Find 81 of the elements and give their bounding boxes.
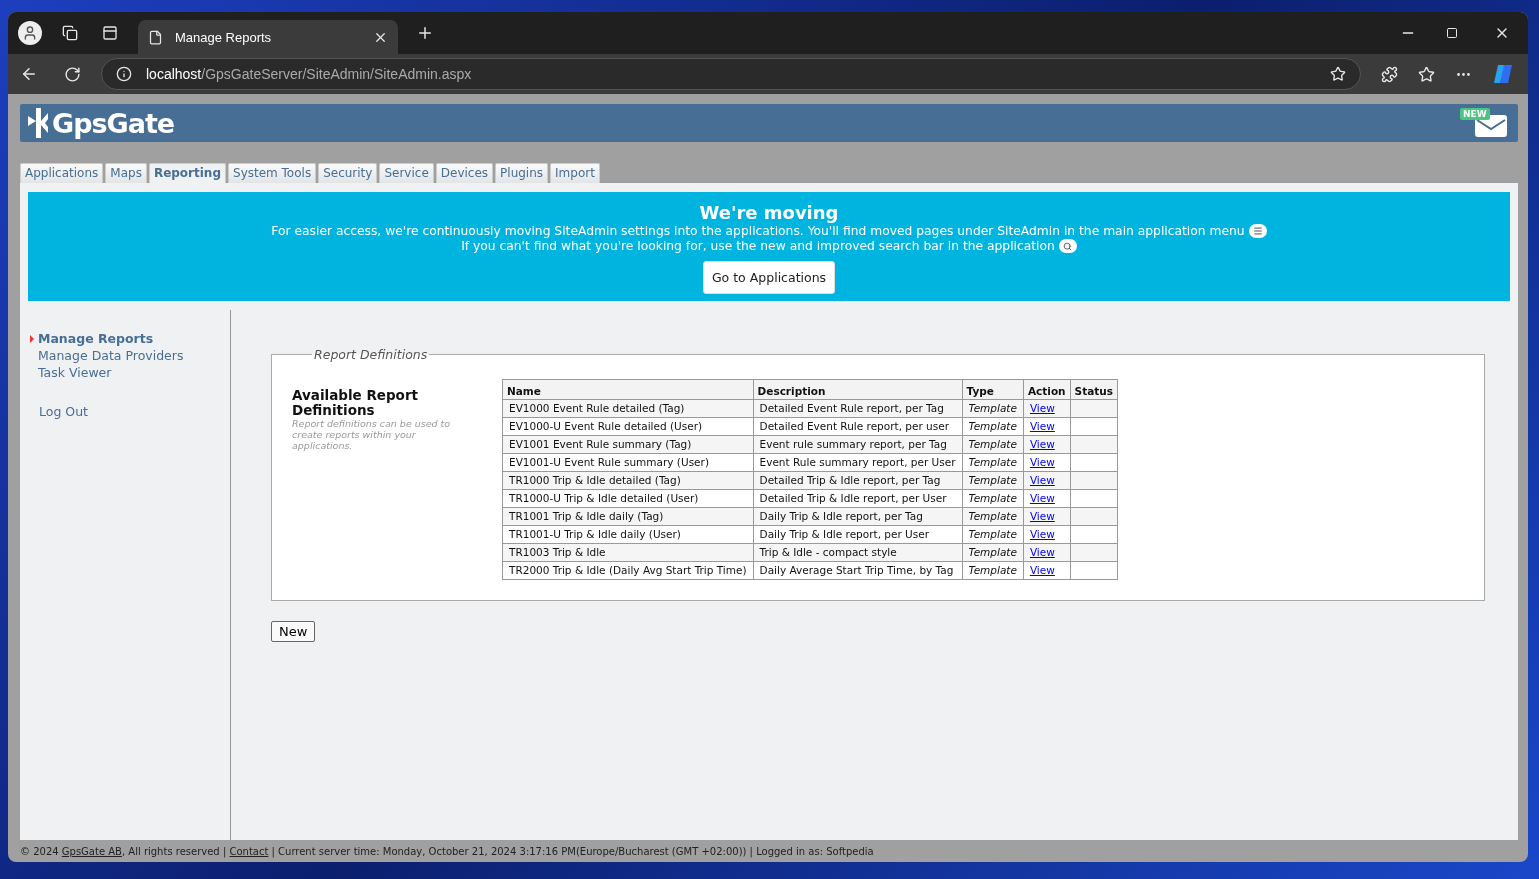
table-cell: Trip & Idle - compact style bbox=[753, 543, 962, 562]
column-header: Action bbox=[1023, 379, 1071, 400]
footer-text: © 2024 GpsGate AB, All rights reserved | Contact | Current server time: Monday, October 21, 2024 3:17:16 PM(Europe/Bucharest (GMT +02:00)) | Logged in as: Softpedia bbox=[20, 845, 874, 857]
selected-marker-icon bbox=[30, 334, 34, 343]
table-cell: Template bbox=[962, 453, 1024, 472]
table-cell: EV1001 Event Rule summary (Tag) bbox=[502, 435, 754, 454]
footer-link[interactable]: Contact bbox=[229, 845, 269, 857]
extensions-icon[interactable] bbox=[1381, 65, 1398, 83]
table-cell: Template bbox=[962, 435, 1024, 454]
favorites-icon[interactable] bbox=[1418, 65, 1435, 83]
table-cell: EV1000-U Event Rule detailed (User) bbox=[502, 417, 754, 436]
address-bar[interactable]: localhost/GpsGateServer/SiteAdmin/SiteAdmin.aspx bbox=[101, 58, 1361, 90]
table-cell: Detailed Trip & Idle report, per User bbox=[753, 489, 962, 508]
sidebar-link[interactable]: Task Viewer bbox=[38, 365, 112, 380]
workspaces-icon[interactable] bbox=[62, 25, 78, 41]
tab-title: Manage Reports bbox=[175, 29, 273, 45]
table-cell: EV1001-U Event Rule summary (User) bbox=[502, 453, 754, 472]
info-icon[interactable] bbox=[116, 66, 132, 82]
logo-icon bbox=[28, 108, 48, 138]
table-cell: TR2000 Trip & Idle (Daily Avg Start Trip Time) bbox=[502, 561, 754, 580]
new-tab-icon[interactable] bbox=[416, 24, 434, 42]
table-cell: Detailed Event Rule report, per user bbox=[753, 417, 962, 436]
brand-name: GpsGate bbox=[52, 107, 175, 139]
nav-tab[interactable]: Devices bbox=[435, 163, 494, 183]
sidebar-link[interactable]: Manage Reports bbox=[38, 331, 154, 346]
table-cell: Template bbox=[962, 525, 1024, 544]
section-heading: Available Report Definitions bbox=[292, 388, 419, 418]
nav-tab[interactable]: Reporting bbox=[148, 163, 226, 183]
table-cell: Daily Trip & Idle report, per Tag bbox=[753, 507, 962, 526]
page-icon bbox=[148, 29, 163, 45]
nav-tab[interactable]: Service bbox=[379, 163, 434, 183]
table-cell: TR1000-U Trip & Idle detailed (User) bbox=[502, 489, 754, 508]
menu-icon bbox=[1248, 224, 1267, 238]
url-text: localhost/GpsGateServer/SiteAdmin/SiteAdmin.aspx bbox=[146, 66, 473, 82]
nav-tab[interactable]: Import bbox=[550, 163, 600, 183]
banner-text: If you can't find what you're looking for, use the new and improved search bar in the application bbox=[461, 239, 1055, 253]
table-cell: Detailed Trip & Idle report, per Tag bbox=[753, 471, 962, 490]
maximize-icon[interactable] bbox=[1446, 27, 1458, 39]
table-cell: TR1001-U Trip & Idle daily (User) bbox=[502, 525, 754, 544]
table-cell: Daily Trip & Idle report, per User bbox=[753, 525, 962, 544]
new-button[interactable]: New bbox=[271, 621, 316, 642]
reload-icon[interactable] bbox=[64, 65, 81, 83]
nav-tab[interactable]: Applications bbox=[20, 163, 104, 183]
section-description: Report definitions can be used to create reports within your applications. bbox=[292, 418, 452, 451]
table-cell: Template bbox=[962, 561, 1024, 580]
nav-tab[interactable]: Security bbox=[318, 163, 378, 183]
table-cell: Daily Average Start Trip Time, by Tag bbox=[753, 561, 962, 580]
banner-text: For easier access, we're continuously moving SiteAdmin settings into the applications. You'll find moved pages under SiteAdmin in the main application menu bbox=[271, 224, 1245, 238]
column-header: Name bbox=[502, 379, 754, 400]
favorite-star-icon[interactable] bbox=[1330, 66, 1346, 82]
back-icon[interactable] bbox=[20, 65, 38, 83]
table-cell: Event rule summary report, per Tag bbox=[753, 435, 962, 454]
profile-icon[interactable] bbox=[18, 21, 42, 45]
search-icon bbox=[1058, 239, 1077, 253]
table-cell: Template bbox=[962, 399, 1024, 418]
column-header: Status bbox=[1070, 379, 1118, 400]
banner-title: We're moving bbox=[699, 202, 839, 223]
nav-tab[interactable]: Plugins bbox=[495, 163, 549, 183]
footer-link[interactable]: GpsGate AB bbox=[61, 845, 122, 857]
column-header: Type bbox=[962, 379, 1024, 400]
table-cell: Template bbox=[962, 471, 1024, 490]
table-cell: Template bbox=[962, 507, 1024, 526]
panel-legend: Report Definitions bbox=[312, 347, 430, 362]
log-out-link[interactable]: Log Out bbox=[39, 404, 230, 419]
column-header: Description bbox=[753, 379, 962, 400]
nav-tab[interactable]: Maps bbox=[105, 163, 147, 183]
sidebar-link[interactable]: Manage Data Providers bbox=[38, 348, 184, 363]
tab-actions-icon[interactable] bbox=[102, 25, 118, 41]
nav-tab[interactable]: System Tools bbox=[228, 163, 317, 183]
table-cell: Template bbox=[962, 543, 1024, 562]
table-cell: Detailed Event Rule report, per Tag bbox=[753, 399, 962, 418]
go-to-applications-button[interactable]: Go to Applications bbox=[702, 261, 836, 294]
new-badge: NEW bbox=[1460, 108, 1490, 120]
table-cell: TR1003 Trip & Idle bbox=[502, 543, 754, 562]
table-cell: Template bbox=[962, 417, 1024, 436]
table-cell: TR1001 Trip & Idle daily (Tag) bbox=[502, 507, 754, 526]
table-cell: TR1000 Trip & Idle detailed (Tag) bbox=[502, 471, 754, 490]
table-cell: Template bbox=[962, 489, 1024, 508]
browser-tab[interactable]: Manage Reports bbox=[138, 20, 398, 54]
table-cell: Event Rule summary report, per User bbox=[753, 453, 962, 472]
table-cell: EV1000 Event Rule detailed (Tag) bbox=[502, 399, 754, 418]
